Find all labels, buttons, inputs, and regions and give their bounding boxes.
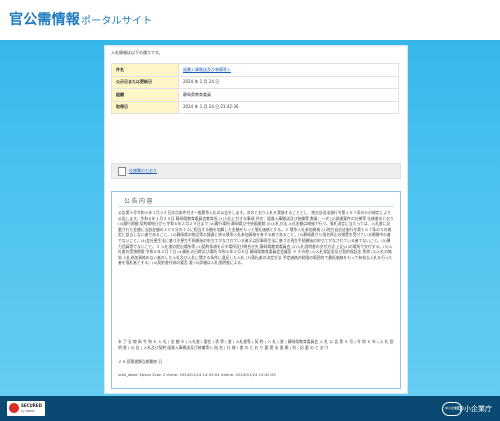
subject-link[interactable]: 図書入庫搬送及び装備等入 [178, 63, 399, 77]
site-title-sub: ポータルサイト [81, 16, 153, 27]
info-label: 件名 [111, 63, 179, 77]
info-row: 件名 図書入庫搬送及び装備等入 [111, 63, 399, 77]
notice-meta: scdt_label: Epson Scan 2 ctime: 2024/01/… [118, 372, 276, 377]
notice-panel: 公告内容 公告第５号令和６年１月２４日次点条件付き一般競争入札の公告をします。次… [111, 191, 401, 389]
notice-title: 公告内容 [124, 198, 155, 205]
info-label: 組織 [111, 88, 179, 102]
document-bar: 仕様書のとおり [111, 163, 401, 179]
badge-title: SECURED [21, 403, 42, 408]
security-badge[interactable]: SECURED by SPINS [7, 401, 45, 416]
agency-name: 中小企業庁 [457, 405, 492, 413]
badge-subtitle: by SPINS [21, 409, 35, 413]
site-footer: SECURED by SPINS 中小企業庁 中小企業庁 [0, 396, 500, 421]
intro-text: 入札情報は以下の通りです。 [111, 50, 163, 55]
info-value: 2024 年 1 月 24 日 [178, 75, 399, 89]
info-row: 取得日 2024 年 1 月 24 日 21:42:36 [111, 100, 399, 114]
info-row: 公示日または更新日 2024 年 1 月 24 日 [111, 75, 399, 89]
notice-body: 公告第５号令和６年１月２４日次点条件付き一般競争入札の公告をします。次のとおり入… [118, 210, 394, 266]
info-label: 公示日または更新日 [111, 75, 179, 89]
site-title[interactable]: 官公需情報ポータルサイト [9, 9, 152, 29]
site-header: 官公需情報ポータルサイト [0, 0, 500, 40]
info-label: 取得日 [111, 100, 179, 114]
info-row: 組織 静岡県教育委員 [111, 88, 399, 102]
notice-deadline: ２ 8 見積書類当期最終 日 [118, 359, 163, 364]
content-card: 入札情報は以下の通りです。 件名 図書入庫搬送及び装備等入 公示日または更新日 … [104, 45, 408, 394]
notice-divider [118, 206, 394, 207]
spec-document-link[interactable]: 仕様書のとおり [129, 168, 157, 174]
info-value: 静岡県教育委員 [178, 88, 399, 102]
info-value: 2024 年 1 月 24 日 21:42:36 [178, 100, 399, 114]
info-table: 件名 図書入庫搬送及び装備等入 公示日または更新日 2024 年 1 月 24 … [111, 63, 399, 114]
document-icon [118, 167, 126, 176]
site-title-main: 官公需情報 [9, 12, 80, 28]
notice-body-extra: 本 了 全 線 新 令 和 ６ 入 札 ( 金 額 ￥ ) 入札書 ( 委任 )… [118, 339, 394, 350]
security-seal-icon [9, 403, 19, 413]
